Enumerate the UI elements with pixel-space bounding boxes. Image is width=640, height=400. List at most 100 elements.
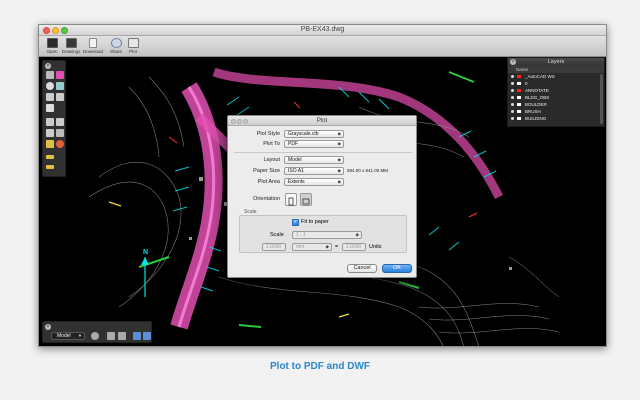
markup-tool-icon[interactable] bbox=[46, 155, 54, 159]
plot-style-row: Plot Style Grayscale.ctb ◆ bbox=[228, 130, 418, 138]
layer-visibility-icon[interactable] bbox=[511, 110, 514, 113]
layer-name: BOULDER bbox=[525, 102, 547, 107]
paper-size-value: ISO A1 bbox=[288, 168, 304, 174]
layer-row[interactable]: _AutoCAD WS bbox=[508, 73, 604, 80]
plot-to-value: PDF bbox=[288, 141, 298, 147]
model-space-select[interactable]: Model ▼ bbox=[51, 332, 85, 340]
rotate-tool-icon[interactable] bbox=[56, 118, 64, 126]
layer-color-swatch bbox=[517, 117, 521, 120]
layer-name: BLDG_OBS bbox=[525, 95, 550, 100]
layer-visibility-icon[interactable] bbox=[511, 103, 514, 106]
portrait-orientation-button[interactable] bbox=[285, 193, 297, 206]
plot-area-label: Plot Area bbox=[257, 179, 280, 185]
close-layers-icon[interactable]: × bbox=[510, 59, 516, 65]
scale-numerator-value: 1.0000 bbox=[266, 244, 282, 250]
grid-icon[interactable] bbox=[107, 332, 115, 340]
layer-row[interactable]: 0 bbox=[508, 80, 604, 87]
plot-style-select[interactable]: Grayscale.ctb ◆ bbox=[284, 130, 344, 138]
layer-visibility-icon[interactable] bbox=[511, 117, 514, 120]
plot-style-value: Grayscale.ctb bbox=[288, 131, 319, 137]
plot-area-select[interactable]: Extents ◆ bbox=[284, 178, 344, 186]
ok-button[interactable]: OK bbox=[382, 264, 412, 273]
fit-to-paper-label: Fit to paper bbox=[301, 219, 329, 225]
move-tool-icon[interactable] bbox=[46, 118, 54, 126]
north-arrow-label: N bbox=[143, 249, 149, 256]
close-bottom-bar-icon[interactable]: × bbox=[45, 324, 51, 330]
toolbar: Open Drawings Download Share Plot bbox=[39, 36, 606, 57]
copy-tool-icon[interactable] bbox=[46, 129, 54, 137]
scale-numerator-input[interactable]: 1.0000 bbox=[262, 243, 286, 251]
window-title: PB-EX43.dwg bbox=[300, 26, 345, 33]
download-button[interactable]: Download bbox=[82, 37, 104, 56]
marketing-caption: Plot to PDF and DWF bbox=[270, 361, 370, 372]
polyline-tool-icon[interactable] bbox=[46, 93, 54, 101]
divider bbox=[234, 152, 412, 153]
scale-tool-icon[interactable] bbox=[56, 129, 64, 137]
layers-title: Layers bbox=[547, 59, 565, 65]
pan-icon[interactable] bbox=[118, 332, 126, 340]
layer-row[interactable]: ANNOTATE bbox=[508, 87, 604, 94]
layer-row[interactable]: BRUSH bbox=[508, 108, 604, 115]
dimension-tool-icon[interactable] bbox=[46, 165, 54, 169]
gear-icon[interactable] bbox=[91, 332, 99, 340]
paper-size-select[interactable]: ISO A1 ◆ bbox=[284, 167, 344, 175]
layout-select[interactable]: Model ◆ bbox=[284, 156, 344, 164]
portrait-icon bbox=[288, 197, 294, 206]
layout-label: Layout bbox=[263, 157, 280, 163]
open-drawing-icon bbox=[46, 38, 58, 48]
layer-visibility-icon[interactable] bbox=[511, 82, 514, 85]
layer-visibility-icon[interactable] bbox=[511, 89, 514, 92]
layer-visibility-icon[interactable] bbox=[511, 75, 514, 78]
dialog-window-controls bbox=[231, 118, 249, 128]
close-palette-icon[interactable]: × bbox=[45, 63, 51, 69]
landscape-icon bbox=[302, 198, 310, 205]
layers-panel: × Layers Name _AutoCAD WS 0 ANNOTATE BLD… bbox=[507, 57, 605, 127]
scale-value: 1 : 1 bbox=[296, 232, 306, 238]
cloud-tool-icon[interactable] bbox=[56, 93, 64, 101]
layout-row: Layout Model ◆ bbox=[228, 156, 418, 164]
color-tool-icon[interactable] bbox=[56, 140, 64, 148]
layer-row[interactable]: BOULDER bbox=[508, 101, 604, 108]
fit-to-paper-checkbox[interactable]: ✓ bbox=[292, 219, 299, 226]
drawings-button[interactable]: Drawings bbox=[60, 37, 82, 56]
landscape-orientation-button[interactable] bbox=[300, 193, 312, 206]
download-icon bbox=[89, 38, 97, 48]
layer-visibility-icon[interactable] bbox=[511, 96, 514, 99]
paper-size-label: Paper Size bbox=[253, 168, 280, 174]
layer-color-swatch bbox=[517, 96, 521, 99]
orientation-row: Orientation bbox=[228, 195, 418, 203]
scale-select[interactable]: 1 : 1 ◆ bbox=[292, 231, 362, 239]
model-view-icon[interactable] bbox=[143, 332, 151, 340]
paper-size-row: Paper Size ISO A1 ◆ 594.00 x 841.00 MM bbox=[228, 167, 418, 175]
layout-view-icon[interactable] bbox=[133, 332, 141, 340]
layer-name: 0 bbox=[525, 81, 528, 86]
scale-denominator-input[interactable]: 1.0000 bbox=[342, 243, 366, 251]
chevron-updown-icon: ◆ bbox=[355, 232, 359, 237]
layer-color-swatch bbox=[517, 82, 521, 85]
text-tool-icon[interactable] bbox=[46, 104, 54, 112]
plot-to-select[interactable]: PDF ◆ bbox=[284, 140, 344, 148]
chevron-updown-icon: ◆ bbox=[337, 131, 341, 136]
layer-color-swatch bbox=[517, 75, 521, 78]
measure-tool-icon[interactable] bbox=[46, 140, 54, 148]
scale-denominator-value: 1.0000 bbox=[346, 244, 362, 250]
layer-row[interactable]: BLDG_OBS bbox=[508, 94, 604, 101]
layers-header: × Layers bbox=[508, 58, 604, 66]
plot-dialog-title: Plot bbox=[316, 118, 328, 124]
plot-button[interactable]: Plot bbox=[122, 37, 144, 56]
plot-icon bbox=[127, 38, 139, 48]
layer-row[interactable]: BUILDING bbox=[508, 115, 604, 122]
plot-style-label: Plot Style bbox=[256, 131, 280, 137]
rectangle-tool-icon[interactable] bbox=[56, 82, 64, 90]
cancel-button[interactable]: Cancel bbox=[347, 264, 377, 273]
layer-name: _AutoCAD WS bbox=[525, 74, 555, 79]
layers-scrollbar[interactable] bbox=[600, 74, 603, 124]
select-tool-icon[interactable] bbox=[46, 71, 54, 79]
model-space-label: Model bbox=[57, 333, 71, 339]
line-tool-icon[interactable] bbox=[56, 71, 64, 79]
chevron-updown-icon: ◆ bbox=[337, 141, 341, 146]
circle-tool-icon[interactable] bbox=[46, 82, 54, 90]
scale-unit-select[interactable]: mm ◆ bbox=[292, 243, 332, 251]
layer-name: BRUSH bbox=[525, 109, 541, 114]
plot-dialog-title-bar: Plot bbox=[228, 116, 416, 126]
